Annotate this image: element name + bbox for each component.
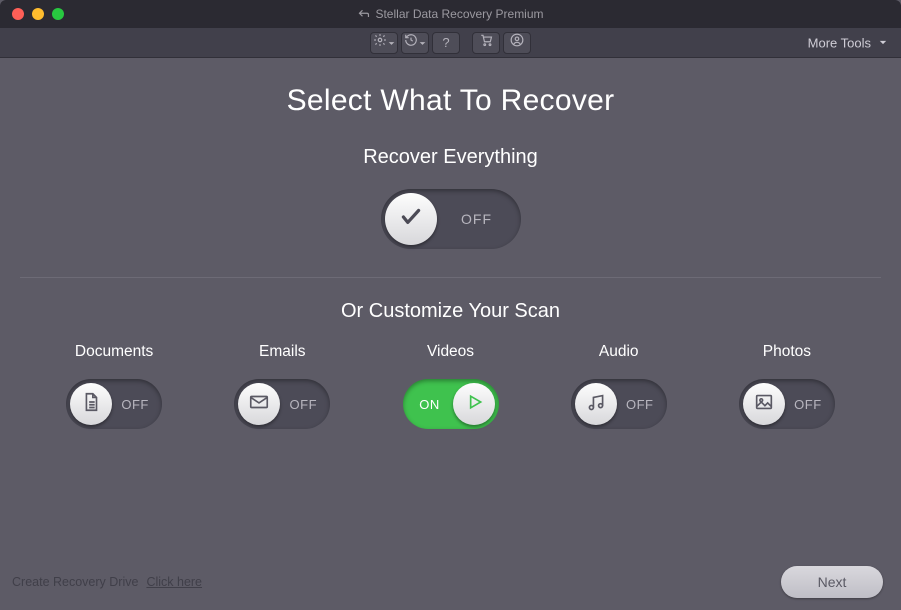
footer: Create Recovery Drive Click here Next [0,566,901,598]
mail-icon [248,391,270,418]
videos-state: ON [407,397,453,412]
create-recovery-drive-link[interactable]: Create Recovery Drive Click here [12,575,202,589]
audio-state: OFF [617,397,663,412]
cart-icon [479,33,494,52]
category-videos: Videos ON [366,343,534,429]
check-icon [398,204,424,235]
chevron-down-icon [419,34,426,52]
create-recovery-drive-label: Create Recovery Drive [12,575,138,589]
fullscreen-window-button[interactable] [52,8,64,20]
play-icon [464,392,484,417]
page-title: Select What To Recover [20,84,881,118]
chevron-down-icon [388,34,395,52]
more-tools-label: More Tools [808,35,871,50]
click-here-link: Click here [146,575,202,589]
documents-state: OFF [112,397,158,412]
category-documents-label: Documents [75,343,153,361]
toolbar: ? More Tools [0,28,901,58]
next-button-label: Next [818,574,847,590]
emails-toggle[interactable]: OFF [234,379,330,429]
more-tools-dropdown[interactable]: More Tools [808,35,887,50]
customize-scan-title: Or Customize Your Scan [20,300,881,323]
titlebar: Stellar Data Recovery Premium [0,0,901,28]
minimize-window-button[interactable] [32,8,44,20]
recover-everything-state: OFF [437,211,517,227]
history-icon [404,33,418,52]
question-icon: ? [442,36,449,49]
videos-toggle[interactable]: ON [403,379,499,429]
gear-icon [373,33,387,52]
user-icon [510,33,524,52]
recover-everything-toggle[interactable]: OFF [381,189,521,249]
chevron-down-icon [879,39,887,47]
image-icon [753,391,775,418]
next-button[interactable]: Next [781,566,883,598]
account-button[interactable] [503,32,531,54]
window-title: Stellar Data Recovery Premium [375,7,543,21]
recover-everything-title: Recover Everything [20,146,881,169]
help-button[interactable]: ? [432,32,460,54]
music-icon [585,391,607,418]
photos-state: OFF [785,397,831,412]
category-photos: Photos OFF [703,343,871,429]
audio-toggle[interactable]: OFF [571,379,667,429]
divider [20,277,881,278]
main-content: Select What To Recover Recover Everythin… [0,58,901,610]
category-documents: Documents OFF [30,343,198,429]
cart-button[interactable] [472,32,500,54]
category-audio-label: Audio [599,343,639,361]
categories-row: Documents OFF Emails [20,343,881,429]
category-emails-label: Emails [259,343,306,361]
category-audio: Audio OFF [535,343,703,429]
emails-state: OFF [280,397,326,412]
close-window-button[interactable] [12,8,24,20]
history-button[interactable] [401,32,429,54]
back-icon [357,8,369,20]
category-emails: Emails OFF [198,343,366,429]
document-icon [80,391,102,418]
category-videos-label: Videos [427,343,474,361]
settings-button[interactable] [370,32,398,54]
photos-toggle[interactable]: OFF [739,379,835,429]
window-controls [0,8,64,20]
category-photos-label: Photos [763,343,811,361]
documents-toggle[interactable]: OFF [66,379,162,429]
